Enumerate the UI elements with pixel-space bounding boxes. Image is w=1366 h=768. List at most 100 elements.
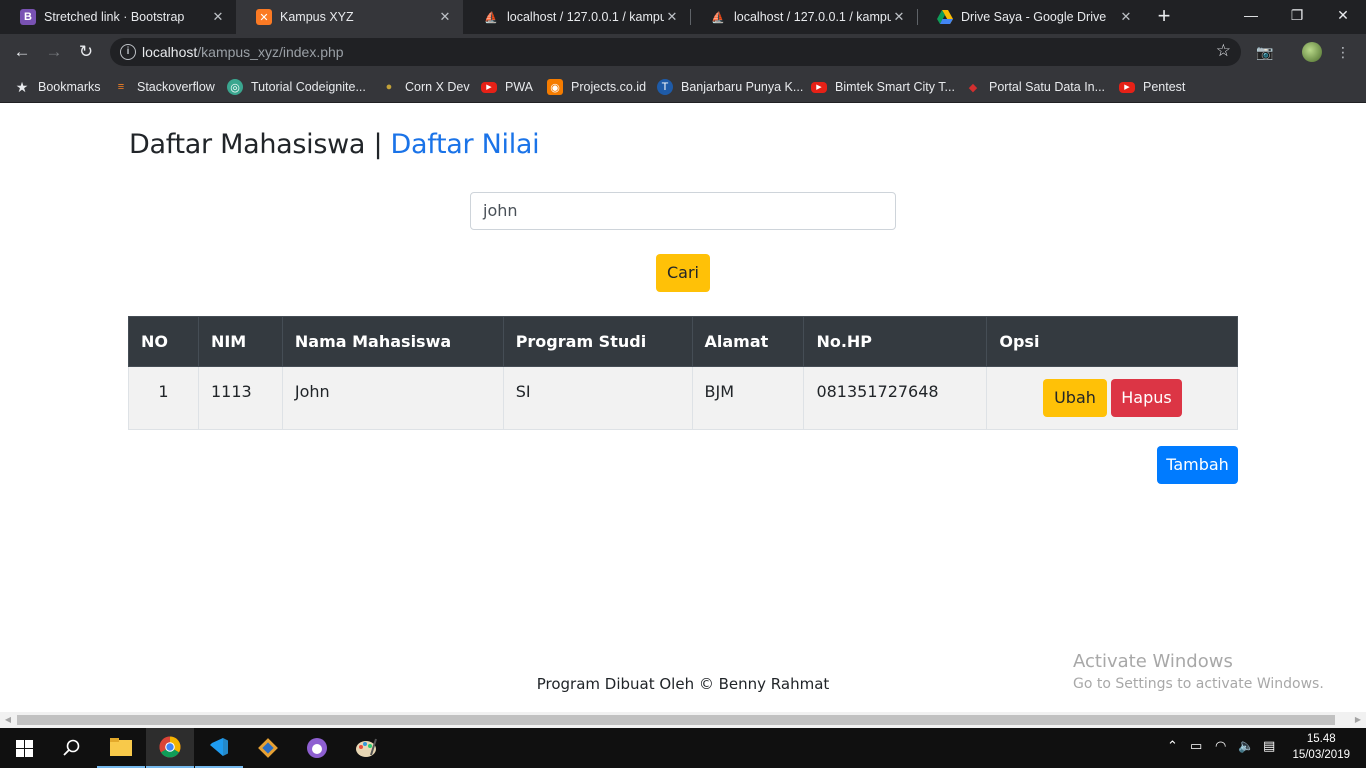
url-text[interactable]: localhost/kampus_xyz/index.php — [142, 44, 344, 60]
portal-icon: ◆ — [968, 81, 978, 94]
cell-alamat: BJM — [691, 366, 805, 430]
delete-button[interactable]: Hapus — [1111, 379, 1182, 417]
phpmyadmin-icon: ⛵ — [711, 11, 725, 24]
forward-button[interactable]: → — [42, 40, 66, 64]
tab-strip: B Stretched link · Bootstrap ✕ ✕ Kampus … — [0, 0, 1366, 34]
youtube-icon: ▶ — [481, 81, 497, 93]
edit-button[interactable]: Ubah — [1043, 379, 1107, 417]
table-header-row: NO NIM Nama Mahasiswa Program Studi Alam… — [128, 316, 1238, 367]
close-tab-icon[interactable]: ✕ — [210, 9, 226, 25]
volume-icon[interactable]: 🔈 — [1238, 738, 1254, 754]
bookmark-label: Stackoverflow — [137, 80, 215, 94]
corn-icon: ● — [385, 81, 393, 93]
cat-icon — [307, 738, 327, 758]
new-tab-button[interactable]: + — [1152, 5, 1176, 28]
paint-app-button[interactable] — [342, 728, 390, 768]
projects-icon: ◉ — [547, 79, 563, 95]
wifi-icon[interactable]: ◠ — [1215, 738, 1226, 754]
battery-icon[interactable]: ▭ — [1190, 738, 1202, 754]
activate-windows-watermark: Activate Windows Go to Settings to activ… — [1073, 651, 1324, 692]
file-explorer-button[interactable] — [97, 728, 145, 768]
bookmark-projects[interactable]: ◉ Projects.co.id — [547, 77, 646, 97]
bookmark-label: Bimtek Smart City T... — [835, 80, 955, 94]
tab-kampus-xyz[interactable]: ✕ Kampus XYZ ✕ — [236, 0, 463, 34]
notifications-icon[interactable]: ▤ — [1263, 738, 1275, 754]
chrome-icon — [159, 736, 181, 758]
add-button[interactable]: Tambah — [1157, 446, 1238, 484]
start-button[interactable] — [0, 728, 48, 768]
bookmark-pentest[interactable]: ▶ Pentest — [1119, 77, 1185, 97]
bookmark-star-icon[interactable]: ☆ — [1216, 41, 1231, 61]
cell-prodi: SI — [502, 366, 693, 430]
bookmark-pwa[interactable]: ▶ PWA — [481, 77, 533, 97]
tab-phpmyadmin-1[interactable]: ⛵ localhost / 127.0.0.1 / kampus_ ✕ — [463, 0, 690, 34]
column-header-alamat: Alamat — [691, 316, 805, 367]
tab-title: Stretched link · Bootstrap — [44, 10, 185, 24]
back-button[interactable]: ← — [10, 40, 34, 64]
column-header-nama: Nama Mahasiswa — [281, 316, 504, 367]
tab-phpmyadmin-2[interactable]: ⛵ localhost / 127.0.0.1 / kampus_ ✕ — [690, 0, 917, 34]
column-header-hp: No.HP — [803, 316, 988, 367]
tab-title: Kampus XYZ — [280, 10, 354, 24]
bookmark-stackoverflow[interactable]: ≡ Stackoverflow — [113, 77, 215, 97]
search-icon — [63, 739, 80, 756]
stackoverflow-icon: ≡ — [117, 81, 125, 93]
bookmark-label: PWA — [505, 80, 534, 94]
bookmark-bookmarks[interactable]: ★ Bookmarks — [14, 77, 101, 97]
close-tab-icon[interactable]: ✕ — [664, 9, 680, 25]
close-tab-icon[interactable]: ✕ — [437, 9, 453, 25]
phpmyadmin-icon: ⛵ — [484, 11, 498, 24]
search-taskbar-button[interactable] — [48, 728, 96, 768]
profile-avatar[interactable] — [1302, 42, 1322, 62]
git-app-button[interactable] — [244, 728, 292, 768]
tab-google-drive[interactable]: Drive Saya - Google Drive ✕ — [917, 0, 1144, 34]
column-header-nim: NIM — [197, 316, 283, 367]
cat-app-button[interactable] — [293, 728, 341, 768]
folder-icon — [110, 738, 132, 756]
youtube-icon: ▶ — [811, 81, 827, 93]
bookmark-label: Bookmarks — [38, 80, 101, 94]
maximize-button[interactable]: ❐ — [1274, 0, 1320, 30]
clock-date: 15/03/2019 — [1292, 749, 1350, 761]
tab-title: localhost / 127.0.0.1 / kampus_ — [734, 10, 891, 24]
scroll-left-icon[interactable]: ◀ — [0, 712, 16, 728]
cell-nama: John — [281, 366, 504, 430]
search-input[interactable]: john — [470, 192, 896, 230]
close-window-button[interactable]: ✕ — [1320, 0, 1366, 30]
tab-bootstrap[interactable]: B Stretched link · Bootstrap ✕ — [0, 0, 236, 34]
camera-icon[interactable]: 📷 — [1255, 42, 1275, 62]
chevron-up-icon[interactable]: ⌃ — [1167, 738, 1178, 754]
star-icon: ★ — [15, 78, 29, 95]
vscode-button[interactable] — [195, 728, 243, 768]
google-drive-icon — [937, 9, 953, 25]
bookmark-bimtek[interactable]: ▶ Bimtek Smart City T... — [811, 77, 955, 97]
xampp-icon: ✕ — [256, 9, 272, 25]
chrome-button[interactable] — [146, 728, 194, 768]
info-icon[interactable]: i — [120, 44, 136, 60]
daftar-nilai-link[interactable]: Daftar Nilai — [391, 129, 540, 160]
url-host: localhost — [142, 44, 198, 60]
bookmark-tutorial[interactable]: ◎ Tutorial Codeignite... — [227, 77, 366, 97]
bookmark-banjarbaru[interactable]: T Banjarbaru Punya K... — [657, 77, 803, 97]
column-header-no: NO — [128, 316, 199, 367]
address-bar[interactable]: i localhost/kampus_xyz/index.php ☆ — [110, 38, 1241, 66]
windows-logo-icon — [15, 739, 33, 757]
system-clock[interactable]: 15.48 15/03/2019 — [1292, 731, 1350, 763]
bookmark-portal[interactable]: ◆ Portal Satu Data In... — [965, 77, 1105, 97]
scroll-right-icon[interactable]: ▶ — [1350, 712, 1366, 728]
bookmark-label: Projects.co.id — [571, 80, 647, 94]
bookmark-label: Tutorial Codeignite... — [251, 80, 366, 94]
search-button[interactable]: Cari — [656, 254, 710, 292]
close-tab-icon[interactable]: ✕ — [891, 9, 907, 25]
globe-icon: ◎ — [227, 79, 243, 95]
horizontal-scrollbar[interactable]: ◀ ▶ — [0, 712, 1366, 728]
reload-button[interactable]: ↻ — [74, 40, 98, 64]
scrollbar-thumb[interactable] — [17, 715, 1335, 725]
bookmark-label: Corn X Dev — [405, 80, 470, 94]
bookmark-cornx[interactable]: ● Corn X Dev — [381, 77, 470, 97]
title-separator: | — [373, 129, 383, 160]
close-tab-icon[interactable]: ✕ — [1118, 9, 1134, 25]
minimize-button[interactable]: — — [1228, 0, 1274, 30]
menu-icon[interactable]: ⋮ — [1333, 42, 1353, 62]
clock-time: 15.48 — [1306, 733, 1336, 745]
